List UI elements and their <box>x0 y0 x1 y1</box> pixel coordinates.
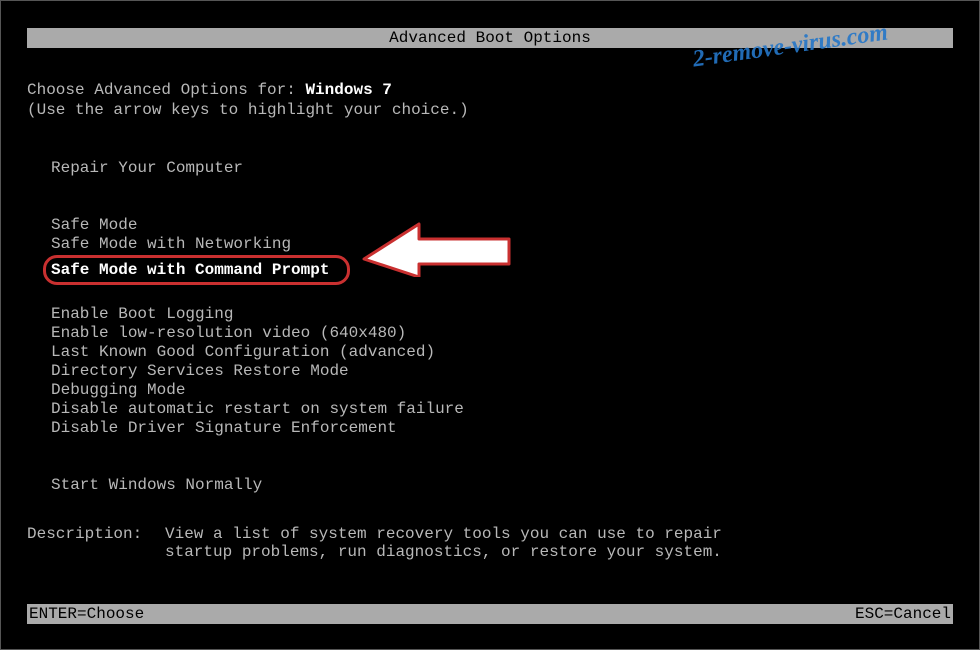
footer-esc: ESC=Cancel <box>855 604 951 624</box>
menu-item-noautorestart[interactable]: Disable automatic restart on system fail… <box>51 400 953 419</box>
description-text: View a list of system recovery tools you… <box>165 525 722 561</box>
os-name: Windows 7 <box>305 81 391 99</box>
highlighted-option[interactable]: Safe Mode with Command Prompt <box>43 255 350 285</box>
prompt-line: Choose Advanced Options for: Windows 7 <box>27 81 953 99</box>
footer-bar: ENTER=Choose ESC=Cancel <box>27 604 953 624</box>
description-line1: View a list of system recovery tools you… <box>165 525 722 543</box>
description-block: Description: View a list of system recov… <box>27 525 722 561</box>
boot-menu[interactable]: Repair Your Computer Safe Mode Safe Mode… <box>51 159 953 495</box>
menu-item-nodriversig[interactable]: Disable Driver Signature Enforcement <box>51 419 953 438</box>
footer-enter: ENTER=Choose <box>29 604 144 624</box>
menu-item-lowres[interactable]: Enable low-resolution video (640x480) <box>51 324 953 343</box>
menu-item-safemode[interactable]: Safe Mode <box>51 216 953 235</box>
menu-item-lkgc[interactable]: Last Known Good Configuration (advanced) <box>51 343 953 362</box>
title-bar: Advanced Boot Options <box>27 28 953 48</box>
content-area: Choose Advanced Options for: Windows 7 (… <box>27 81 953 495</box>
instruction-line: (Use the arrow keys to highlight your ch… <box>27 101 953 119</box>
menu-item-debug[interactable]: Debugging Mode <box>51 381 953 400</box>
menu-item-bootlog[interactable]: Enable Boot Logging <box>51 305 953 324</box>
menu-item-normal[interactable]: Start Windows Normally <box>51 476 953 495</box>
title-text: Advanced Boot Options <box>389 29 591 47</box>
description-line2: startup problems, run diagnostics, or re… <box>165 543 722 561</box>
description-label: Description: <box>27 525 165 561</box>
menu-item-safemode-net[interactable]: Safe Mode with Networking <box>51 235 953 254</box>
prompt-prefix: Choose Advanced Options for: <box>27 81 305 99</box>
menu-item-safemode-cmd[interactable]: Safe Mode with Command Prompt <box>51 254 953 286</box>
menu-item-repair[interactable]: Repair Your Computer <box>51 159 953 178</box>
menu-item-dsrm[interactable]: Directory Services Restore Mode <box>51 362 953 381</box>
